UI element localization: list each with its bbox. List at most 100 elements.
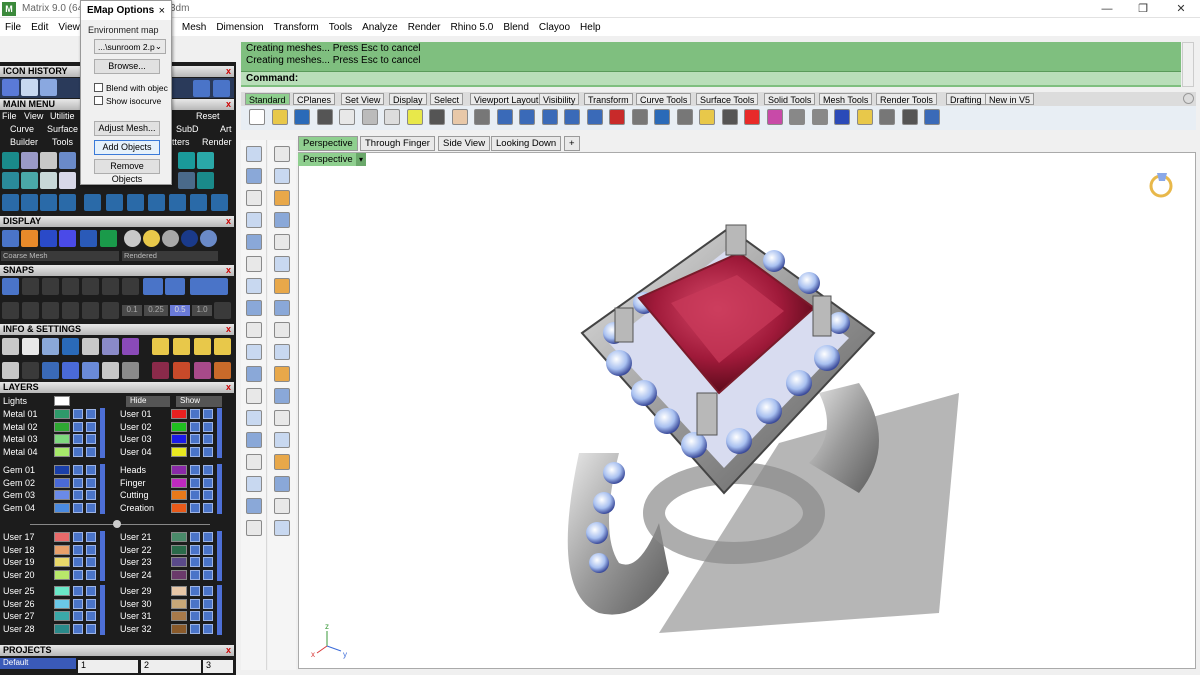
sphere-icon[interactable] <box>789 109 805 125</box>
layer-visibility-icon[interactable] <box>203 465 213 475</box>
layer-name[interactable]: User 26 <box>3 598 35 610</box>
layer-visibility-icon[interactable] <box>203 409 213 419</box>
layer-lock-icon[interactable] <box>190 490 200 501</box>
tool-icon[interactable] <box>676 109 693 125</box>
open-folder-icon[interactable] <box>271 109 288 125</box>
select-arrow-icon[interactable] <box>246 146 262 162</box>
toolbar-tab-render-tools[interactable]: Render Tools <box>876 93 937 105</box>
snap-value[interactable]: 0.25 <box>144 305 168 316</box>
layer-name[interactable]: User 29 <box>120 585 152 597</box>
layer-lock-icon[interactable] <box>73 446 83 457</box>
layer-name[interactable]: User 01 <box>120 408 152 420</box>
point-edit-icon[interactable] <box>246 256 262 272</box>
toolbar-options-gear-icon[interactable] <box>1183 93 1194 104</box>
display-mode-left[interactable]: Coarse Mesh <box>1 251 119 261</box>
paste-icon[interactable] <box>384 109 400 125</box>
layer-color-swatch[interactable] <box>54 569 70 580</box>
layer-visibility-icon[interactable] <box>86 611 96 622</box>
layer-color-swatch[interactable] <box>54 598 70 609</box>
layer-name[interactable]: Creation <box>120 502 154 514</box>
toolbar-tab-set-view[interactable]: Set View <box>341 93 385 105</box>
info-icon[interactable] <box>173 362 190 379</box>
command-line[interactable]: Command: <box>241 71 1181 85</box>
layer-lock-icon[interactable] <box>73 611 83 622</box>
layer-lock-icon[interactable] <box>73 502 83 513</box>
toolbar-tab-solid-tools[interactable]: Solid Tools <box>764 93 816 105</box>
info-icon[interactable] <box>194 362 211 379</box>
car-icon[interactable] <box>631 109 648 125</box>
snap-icon[interactable] <box>82 302 99 319</box>
layer-name[interactable]: User 19 <box>3 556 35 568</box>
move-icon[interactable] <box>84 194 101 211</box>
shade-icon[interactable] <box>124 230 141 247</box>
layer-visibility-icon[interactable] <box>203 557 213 568</box>
layer-color-swatch[interactable] <box>54 532 70 542</box>
history-tool-icon[interactable] <box>40 79 57 96</box>
layer-color-swatch[interactable] <box>171 569 187 580</box>
layer-name[interactable]: User 21 <box>120 531 152 543</box>
add-objects-button[interactable]: Add Objects <box>94 140 160 155</box>
layer-name[interactable]: Metal 02 <box>3 421 38 433</box>
layer-visibility-icon[interactable] <box>86 623 96 634</box>
layer-lock-icon[interactable] <box>190 434 200 445</box>
layer-lock-icon[interactable] <box>73 465 83 475</box>
layer-color-swatch[interactable] <box>54 421 70 432</box>
viewport-name-label[interactable]: Perspective <box>298 153 356 166</box>
close-window-button[interactable]: ✕ <box>1164 0 1198 18</box>
mm-view[interactable]: View <box>24 111 43 121</box>
layer-lock-icon[interactable] <box>73 569 83 580</box>
layer-visibility-icon[interactable] <box>203 490 213 501</box>
layer-lock-icon[interactable] <box>73 421 83 432</box>
page-tab-1[interactable]: 1 <box>78 660 138 673</box>
layer-visibility-icon[interactable] <box>86 446 96 457</box>
page-tab-2[interactable]: 2 <box>141 660 201 673</box>
zoom-icon[interactable] <box>496 109 513 125</box>
layer-visibility-icon[interactable] <box>86 544 96 555</box>
cylinder-icon[interactable] <box>246 300 262 316</box>
text-icon[interactable] <box>246 410 262 426</box>
mm-builder[interactable]: Builder <box>10 137 38 147</box>
tool-icon[interactable] <box>211 194 228 211</box>
project-default[interactable]: Default <box>0 658 76 669</box>
curve-icon[interactable] <box>246 388 262 404</box>
layer-visibility-icon[interactable] <box>203 502 213 513</box>
layer-name[interactable]: Metal 04 <box>3 446 38 458</box>
mm-surface[interactable]: Surface <box>47 124 78 134</box>
layer-visibility-icon[interactable] <box>86 502 96 513</box>
rectangle-icon[interactable] <box>274 212 290 228</box>
copy-icon[interactable] <box>339 109 355 125</box>
layer-color-swatch[interactable] <box>171 532 187 542</box>
tool-icon[interactable] <box>59 172 76 189</box>
menu-clayoo[interactable]: Clayoo <box>534 22 575 33</box>
toolbar-tab-viewport-layout[interactable]: Viewport Layout <box>470 93 543 105</box>
layout-icon[interactable] <box>246 432 262 448</box>
tab-through-finger[interactable]: Through Finger <box>360 136 435 151</box>
layer-color-swatch[interactable] <box>171 611 187 622</box>
layer-visibility-icon[interactable] <box>203 544 213 555</box>
clipboard-icon[interactable] <box>406 109 423 125</box>
tool-icon[interactable] <box>274 410 290 426</box>
search-icon[interactable] <box>22 338 39 355</box>
toolbar-tab-drafting[interactable]: Drafting <box>946 93 986 105</box>
point-icon[interactable] <box>274 146 290 162</box>
tool-icon[interactable] <box>2 172 19 189</box>
tool-icon[interactable] <box>40 172 57 189</box>
mm-utilities[interactable]: Utilitie <box>50 111 75 121</box>
arc-icon[interactable] <box>274 234 290 250</box>
layer-lock-icon[interactable] <box>73 532 83 542</box>
layer-visibility-icon[interactable] <box>203 477 213 488</box>
info-icon[interactable] <box>102 338 119 355</box>
snap-icon[interactable] <box>22 278 39 295</box>
color-icon[interactable] <box>744 109 760 125</box>
tool-icon[interactable] <box>274 432 290 448</box>
display-mode-icon[interactable] <box>2 230 19 247</box>
layer-color-swatch[interactable] <box>54 446 70 457</box>
snap-icon[interactable] <box>143 278 163 295</box>
layer-color-swatch[interactable] <box>171 409 187 419</box>
mm-subd[interactable]: SubD <box>176 124 199 134</box>
help-icon[interactable] <box>924 109 940 125</box>
snap-value[interactable]: 0.5 <box>170 305 190 316</box>
layer-visibility-icon[interactable] <box>203 598 213 609</box>
tool-icon[interactable] <box>178 152 195 169</box>
layer-lock-icon[interactable] <box>190 569 200 580</box>
